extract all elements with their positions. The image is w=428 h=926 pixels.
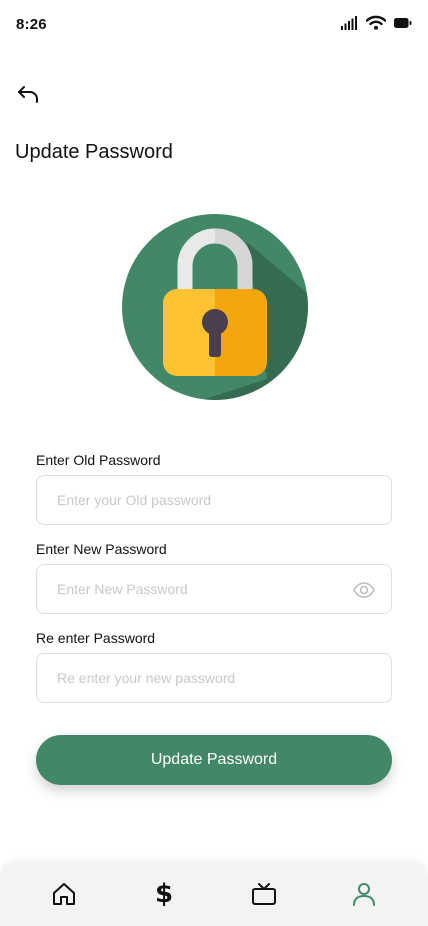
wifi-icon — [366, 15, 386, 30]
padlock-icon — [122, 214, 308, 400]
profile-icon — [353, 883, 375, 906]
new-password-input[interactable] — [37, 565, 391, 613]
bottom-nav: $ — [0, 862, 428, 926]
nav-item-tv[interactable] — [234, 869, 294, 919]
old-password-input[interactable] — [37, 476, 391, 524]
back-button[interactable] — [12, 80, 44, 112]
padlock-illustration — [122, 214, 308, 400]
tv-icon — [252, 883, 276, 905]
new-password-field-wrapper — [36, 564, 392, 614]
old-password-field-wrapper — [36, 475, 392, 525]
confirm-password-field-wrapper — [36, 653, 392, 703]
nav-item-home[interactable] — [34, 869, 94, 919]
signal-icon — [341, 15, 358, 30]
back-arrow-icon — [15, 83, 41, 110]
confirm-password-input[interactable] — [37, 654, 391, 702]
status-time: 8:26 — [16, 16, 47, 33]
home-icon — [53, 883, 75, 905]
page-title: Update Password — [15, 141, 173, 163]
show-password-toggle[interactable] — [353, 579, 375, 601]
status-icons — [341, 15, 412, 30]
confirm-password-label: Re enter Password — [36, 630, 156, 646]
eye-icon — [353, 582, 375, 598]
update-password-button[interactable]: Update Password — [36, 735, 392, 785]
new-password-label: Enter New Password — [36, 541, 167, 557]
dollar-icon: $ — [154, 879, 174, 909]
nav-item-profile[interactable] — [334, 869, 394, 919]
battery-icon — [394, 17, 412, 29]
nav-item-payments[interactable]: $ — [134, 869, 194, 919]
old-password-label: Enter Old Password — [36, 452, 161, 468]
status-bar: 8:26 — [0, 0, 428, 50]
